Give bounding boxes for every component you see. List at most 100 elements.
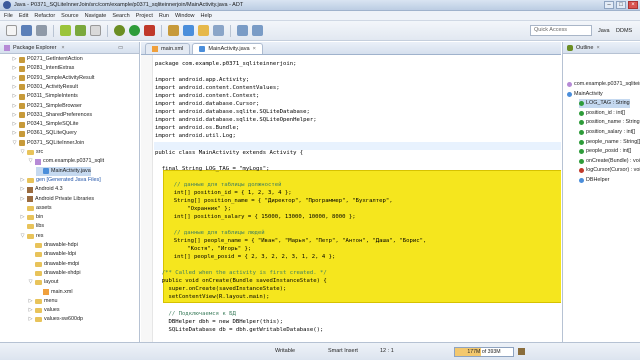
close-button[interactable]: ×: [628, 1, 638, 9]
expand-toggle-icon[interactable]: ▷: [12, 102, 17, 111]
expand-toggle-icon[interactable]: ▽: [20, 232, 25, 241]
tree-item[interactable]: main.xml: [36, 288, 73, 297]
tree-item[interactable]: ▽ src: [20, 148, 43, 157]
save-icon[interactable]: [21, 25, 32, 36]
outline-header[interactable]: Outline ×: [563, 42, 640, 54]
tab-mainactivity-java[interactable]: MainActivity.java ×: [192, 43, 263, 54]
expand-toggle-icon[interactable]: ▽: [12, 139, 17, 148]
perspective-ddms[interactable]: DDMS: [616, 25, 632, 37]
outline-item[interactable]: LOG_TAG : String: [579, 99, 630, 109]
open-type-icon[interactable]: [198, 25, 209, 36]
tree-item[interactable]: ▷ gen [Generated Java Files]: [20, 176, 101, 185]
close-tab-icon[interactable]: ×: [61, 45, 64, 51]
tree-item[interactable]: MainActivity.java: [36, 166, 91, 176]
package-explorer-header[interactable]: Package Explorer × ▭: [0, 42, 139, 54]
heap-status[interactable]: 177M of 393M: [454, 347, 514, 357]
expand-toggle-icon[interactable]: ▷: [12, 92, 17, 101]
tree-item[interactable]: ▷ P0341_SimpleSQLite: [12, 120, 79, 129]
garbage-collect-icon[interactable]: [518, 348, 525, 355]
tree-item[interactable]: ▷ P0361_SQLiteQuery: [12, 129, 77, 138]
tree-item[interactable]: ▷ P0311_SimpleIntents: [12, 92, 78, 101]
expand-toggle-icon[interactable]: ▷: [28, 306, 33, 315]
external-tools-icon[interactable]: [144, 25, 155, 36]
run-icon[interactable]: [129, 25, 140, 36]
tree-item[interactable]: ▷ P0271_GetIntentAction: [12, 55, 83, 64]
tree-item[interactable]: ▽ P0371_SQLiteInnerJoin: [12, 139, 84, 148]
tree-item[interactable]: ▷ Android Private Libraries: [20, 195, 94, 204]
outline-item[interactable]: position_id : int[]: [579, 109, 625, 118]
menu-item-search[interactable]: Search: [112, 13, 129, 19]
print-icon[interactable]: [36, 25, 47, 36]
debug-icon[interactable]: [114, 25, 125, 36]
expand-toggle-icon[interactable]: ▷: [12, 74, 17, 83]
avd-manager-icon[interactable]: [75, 25, 86, 36]
outline-item[interactable]: DBHelper: [579, 176, 609, 185]
maximize-button[interactable]: □: [616, 1, 626, 9]
expand-toggle-icon[interactable]: ▷: [12, 129, 17, 138]
search-icon[interactable]: [213, 25, 224, 36]
menu-item-run[interactable]: Run: [159, 13, 169, 19]
menu-item-refactor[interactable]: Refactor: [34, 13, 55, 19]
menu-item-source[interactable]: Source: [61, 13, 78, 19]
tree-item[interactable]: libs: [20, 222, 44, 231]
tree-item[interactable]: ▷ values: [28, 306, 60, 315]
new-icon[interactable]: [6, 25, 17, 36]
tree-item[interactable]: ▷ P0301_ActivityResult: [12, 83, 78, 92]
expand-toggle-icon[interactable]: ▷: [12, 55, 17, 64]
tree-item[interactable]: ▽ layout: [28, 278, 58, 287]
tree-item[interactable]: ▷ P0331_SharedPreferences: [12, 111, 92, 120]
expand-toggle-icon[interactable]: ▽: [28, 157, 33, 166]
menu-item-project[interactable]: Project: [136, 13, 153, 19]
tree-item[interactable]: ▽ res: [20, 232, 44, 241]
outline-item[interactable]: logCursor(Cursor) : void: [579, 166, 640, 175]
tree-item[interactable]: assets: [20, 204, 52, 213]
minimize-view-icon[interactable]: ▭: [118, 45, 123, 51]
expand-toggle-icon[interactable]: ▷: [12, 120, 17, 129]
expand-toggle-icon[interactable]: ▽: [28, 278, 33, 287]
outline-item[interactable]: position_name : String[]: [579, 118, 640, 127]
expand-toggle-icon[interactable]: ▽: [20, 148, 25, 157]
tree-item[interactable]: drawable-xhdpi: [28, 269, 81, 278]
outline-item[interactable]: com.example.p0371_sqliteinnerjoin: [567, 80, 640, 89]
expand-toggle-icon[interactable]: ▷: [28, 315, 33, 324]
outline-item[interactable]: MainActivity: [567, 90, 603, 99]
expand-toggle-icon[interactable]: ▷: [12, 83, 17, 92]
tree-item[interactable]: drawable-hdpi: [28, 241, 78, 250]
android-sdk-icon[interactable]: [60, 25, 71, 36]
menu-item-file[interactable]: File: [4, 13, 13, 19]
menu-item-window[interactable]: Window: [175, 13, 195, 19]
code-editor[interactable]: package com.example.p0371_sqliteinnerjoi…: [141, 55, 561, 342]
menu-item-navigate[interactable]: Navigate: [85, 13, 107, 19]
outline-item[interactable]: people_posid : int[]: [579, 147, 631, 156]
tree-item[interactable]: ▷ P0281_IntentExtras: [12, 64, 74, 73]
tree-item[interactable]: drawable-ldpi: [28, 250, 76, 259]
expand-toggle-icon[interactable]: ▷: [20, 195, 25, 204]
menu-item-help[interactable]: Help: [201, 13, 212, 19]
outline-item[interactable]: position_salary : int[]: [579, 128, 635, 137]
tab-main-xml[interactable]: main.xml: [145, 43, 191, 54]
tree-item[interactable]: ▷ Android 4.3: [20, 185, 63, 194]
tree-item[interactable]: ▷ P0291_SimpleActivityResult: [12, 74, 94, 83]
lint-icon[interactable]: [90, 25, 101, 36]
new-class-icon[interactable]: [183, 25, 194, 36]
minimize-button[interactable]: –: [604, 1, 614, 9]
perspective-java[interactable]: Java: [598, 25, 610, 37]
tree-item[interactable]: ▷ menu: [28, 297, 58, 306]
expand-toggle-icon[interactable]: ▷: [12, 64, 17, 73]
expand-toggle-icon[interactable]: ▷: [12, 111, 17, 120]
close-tab-icon[interactable]: ×: [596, 45, 599, 51]
tree-item[interactable]: drawable-mdpi: [28, 260, 79, 269]
quick-access-input[interactable]: Quick Access: [530, 25, 592, 36]
outline-item[interactable]: onCreate(Bundle) : void: [579, 157, 640, 166]
tree-item[interactable]: ▽ com.example.p0371_sqlit: [28, 157, 104, 166]
outline-item[interactable]: people_name : String[]: [579, 138, 640, 147]
new-java-package-icon[interactable]: [168, 25, 179, 36]
tree-item[interactable]: ▷ bin: [20, 213, 43, 222]
close-tab-icon[interactable]: ×: [253, 44, 256, 55]
menu-item-edit[interactable]: Edit: [19, 13, 28, 19]
expand-toggle-icon[interactable]: ▷: [20, 213, 25, 222]
expand-toggle-icon[interactable]: ▷: [20, 185, 25, 194]
expand-toggle-icon[interactable]: ▷: [28, 297, 33, 306]
expand-toggle-icon[interactable]: ▷: [20, 176, 25, 185]
back-icon[interactable]: [237, 25, 248, 36]
